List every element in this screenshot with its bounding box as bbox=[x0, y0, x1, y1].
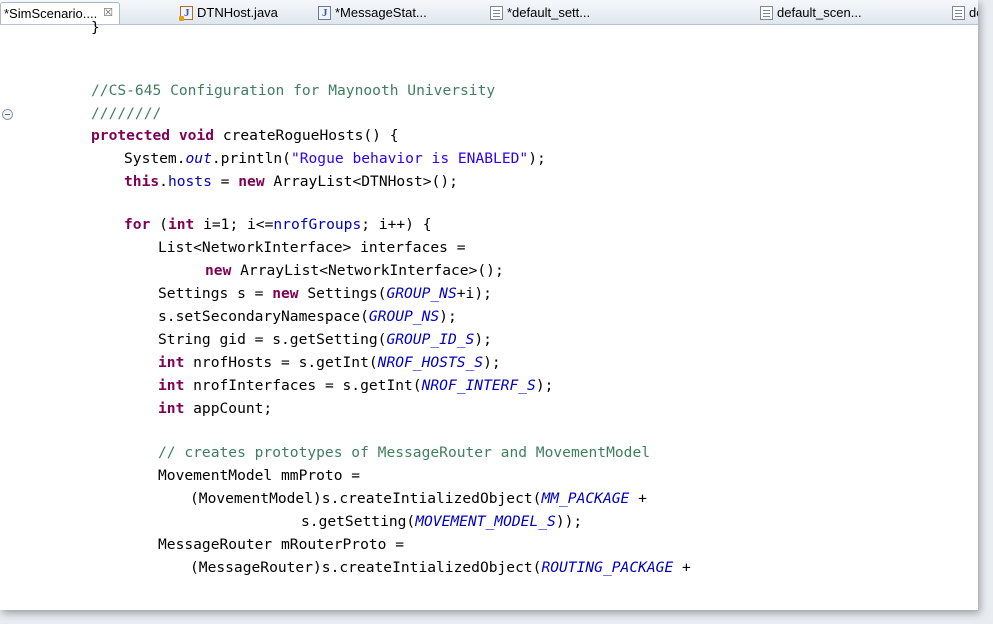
code-editor[interactable]: } //CS-645 Configuration for Maynooth Un… bbox=[0, 19, 978, 610]
code-line: s.getSetting(MOVEMENT_MODEL_S)); bbox=[301, 513, 583, 530]
collapse-icon[interactable] bbox=[2, 109, 13, 120]
code-line: this.hosts = new ArrayList<DTNHost>(); bbox=[124, 173, 458, 190]
code-line: // creates prototypes of MessageRouter a… bbox=[158, 444, 651, 461]
code-line: MessageRouter mRouterProto = bbox=[158, 536, 405, 553]
tab-label: *default_sett... bbox=[507, 5, 591, 20]
tab-simscenario[interactable]: *SimScenario.... ☒ bbox=[0, 2, 121, 24]
code-line: //////// bbox=[91, 105, 162, 122]
tab-label: *SimScenario.... bbox=[4, 6, 98, 21]
text-file-icon bbox=[952, 5, 965, 20]
tab-default-settings[interactable]: *default_sett... bbox=[490, 2, 590, 23]
tab-overflow[interactable]: de bbox=[952, 2, 978, 23]
java-file-icon bbox=[179, 3, 193, 24]
tab-default-scenario[interactable]: default_scen... bbox=[760, 2, 862, 23]
code-line: new ArrayList<NetworkInterface>(); bbox=[205, 262, 504, 279]
tab-dtnhost[interactable]: DTNHost.java bbox=[179, 2, 278, 24]
code-line: Settings s = new Settings(GROUP_NS+i); bbox=[158, 285, 492, 302]
code-line: System.out.println("Rogue behavior is EN… bbox=[124, 150, 546, 167]
code-line: MovementModel mmProto = bbox=[158, 467, 361, 484]
editor-window: *SimScenario.... ☒ DTNHost.java *Message… bbox=[0, 0, 978, 610]
code-line: (MessageRouter)s.createIntializedObject(… bbox=[190, 559, 691, 576]
code-line: List<NetworkInterface> interfaces = bbox=[158, 239, 466, 256]
tab-label: DTNHost.java bbox=[197, 5, 278, 20]
tab-label: default_scen... bbox=[777, 5, 862, 20]
code-line: protected void createRogueHosts() { bbox=[91, 127, 399, 144]
close-tab-icon[interactable]: ☒ bbox=[103, 3, 113, 24]
code-line: (MovementModel)s.createIntializedObject(… bbox=[190, 490, 647, 507]
text-file-icon bbox=[760, 5, 773, 20]
code-line: //CS-645 Configuration for Maynooth Univ… bbox=[91, 82, 496, 99]
code-line: int nrofHosts = s.getInt(NROF_HOSTS_S); bbox=[158, 354, 501, 371]
tab-messagestat[interactable]: *MessageStat... bbox=[318, 2, 427, 24]
editor-tab-bar: *SimScenario.... ☒ DTNHost.java *Message… bbox=[0, 0, 978, 25]
tab-label: *MessageStat... bbox=[335, 5, 427, 20]
code-line: int nrofInterfaces = s.getInt(NROF_INTER… bbox=[158, 377, 554, 394]
code-line: } bbox=[91, 19, 100, 36]
code-line: int appCount; bbox=[158, 400, 273, 417]
text-file-icon bbox=[490, 5, 503, 20]
tab-label: de bbox=[969, 5, 978, 20]
code-line: s.setSecondaryNamespace(GROUP_NS); bbox=[158, 308, 457, 325]
code-line: for (int i=1; i<=nrofGroups; i++) { bbox=[124, 216, 432, 233]
code-line: String gid = s.getSetting(GROUP_ID_S); bbox=[158, 331, 492, 348]
java-file-icon bbox=[318, 3, 331, 24]
